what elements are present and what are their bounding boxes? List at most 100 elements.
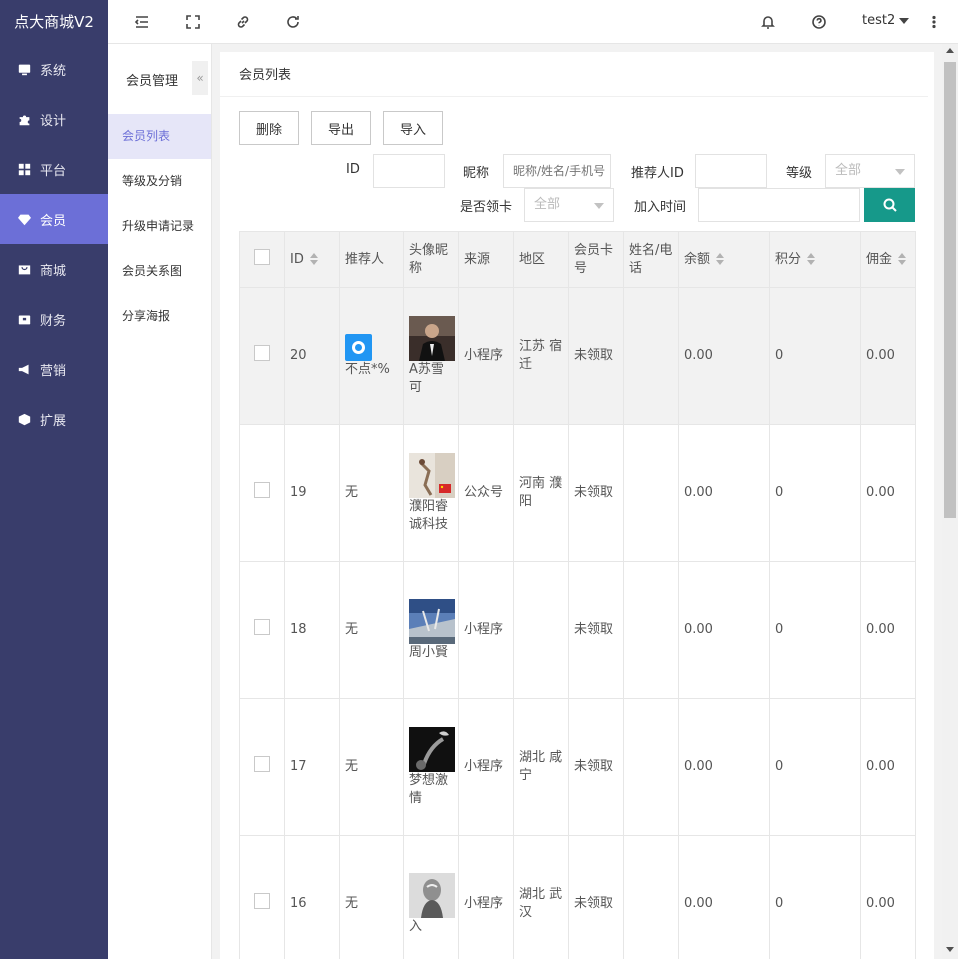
nav-item-label: 扩展 <box>40 413 67 429</box>
more-vertical-icon[interactable] <box>926 14 942 30</box>
menu-fold-icon[interactable] <box>134 14 150 30</box>
import-button[interactable]: 导入 <box>383 111 443 145</box>
monitor-icon <box>17 62 31 76</box>
column-header-avatar-nickname: 头像昵称 <box>403 231 459 288</box>
sort-icon[interactable] <box>898 253 907 265</box>
nav-item-label: 会员 <box>40 213 67 229</box>
app-brand: 点大商城V2 <box>14 13 94 31</box>
cell-region: 江苏 宿迁 <box>513 287 569 425</box>
link-icon[interactable] <box>235 14 251 30</box>
table-row[interactable]: 19 无 濮阳睿诚科技 公众号 河南 濮阳 未领取 0.00 0 0.00 <box>239 424 916 562</box>
card-filter-select[interactable]: 全部 <box>524 188 614 222</box>
cell-referrer: 无 <box>339 835 404 959</box>
level-filter-value: 全部 <box>835 163 862 178</box>
cell-source: 公众号 <box>458 424 514 562</box>
cell-balance: 0.00 <box>678 561 770 699</box>
sort-icon[interactable] <box>309 253 319 265</box>
cube-icon <box>17 412 31 426</box>
shop-icon <box>17 262 31 276</box>
avatar <box>409 315 455 361</box>
fullscreen-icon[interactable] <box>185 14 201 30</box>
select-all-cell <box>239 231 285 288</box>
cell-points: 0 <box>769 424 861 562</box>
column-header-balance[interactable]: 余额 <box>678 231 770 288</box>
delete-button[interactable]: 删除 <box>239 111 299 145</box>
help-icon[interactable] <box>811 14 827 30</box>
row-checkbox[interactable] <box>254 619 270 635</box>
cell-referrer: 无 <box>339 698 404 836</box>
cell-region: 湖北 武汉 <box>513 835 569 959</box>
refresh-icon[interactable] <box>285 14 301 30</box>
nav-item-label: 营销 <box>40 363 67 379</box>
user-menu[interactable]: test2 <box>862 13 910 28</box>
cell-contact <box>623 698 679 836</box>
referrer-filter-input[interactable] <box>695 154 767 188</box>
nav-item-system[interactable]: 系统 <box>0 44 108 94</box>
join-time-filter-label: 加入时间 <box>634 200 687 215</box>
subnav-item-relation-graph[interactable]: 会员关系图 <box>108 249 211 294</box>
row-checkbox[interactable] <box>254 893 270 909</box>
nickname-filter-input[interactable] <box>503 154 611 188</box>
subnav-item-upgrade-records[interactable]: 升级申请记录 <box>108 204 211 249</box>
card-filter-value: 全部 <box>534 197 561 212</box>
row-checkbox[interactable] <box>254 482 270 498</box>
cell-contact <box>623 287 679 425</box>
column-header-id[interactable]: ID <box>284 231 340 288</box>
export-button[interactable]: 导出 <box>311 111 371 145</box>
sort-icon[interactable] <box>807 253 816 265</box>
cell-contact <box>623 561 679 699</box>
column-header-points[interactable]: 积分 <box>769 231 861 288</box>
row-checkbox[interactable] <box>254 756 270 772</box>
column-header-region: 地区 <box>513 231 569 288</box>
nav-item-marketing[interactable]: 营销 <box>0 344 108 394</box>
cell-balance: 0.00 <box>678 424 770 562</box>
column-header-commission[interactable]: 佣金 <box>860 231 916 288</box>
collapse-sidebar-button[interactable]: « <box>192 61 208 95</box>
nav-item-design[interactable]: 设计 <box>0 94 108 144</box>
sub-sidebar: 会员管理 « 会员列表 等级及分销 升级申请记录 会员关系图 分享海报 <box>108 44 212 959</box>
username: test2 <box>862 13 896 28</box>
search-button[interactable] <box>864 188 915 222</box>
cell-region: 湖北 咸宁 <box>513 698 569 836</box>
sort-icon[interactable] <box>716 253 725 265</box>
level-filter-select[interactable]: 全部 <box>825 154 915 188</box>
cell-commission: 0.00 <box>860 835 916 959</box>
cell-id: 16 <box>284 835 340 959</box>
cell-balance: 0.00 <box>678 287 770 425</box>
select-all-checkbox[interactable] <box>254 248 270 265</box>
cell-avatar-nickname: 濮阳睿诚科技 <box>403 424 459 562</box>
id-filter-input[interactable] <box>373 154 445 188</box>
nav-item-shop[interactable]: 商城 <box>0 244 108 294</box>
subnav-item-level-distribution[interactable]: 等级及分销 <box>108 159 211 204</box>
scrollbar-thumb[interactable] <box>944 62 956 518</box>
join-time-filter-input[interactable] <box>698 188 860 222</box>
nav-item-member[interactable]: 会员 <box>0 194 108 244</box>
cell-avatar-nickname: 入 <box>403 835 459 959</box>
row-checkbox[interactable] <box>254 345 270 361</box>
avatar <box>409 726 455 772</box>
scroll-up-icon[interactable] <box>946 48 954 53</box>
subnav-item-member-list[interactable]: 会员列表 <box>108 114 211 159</box>
column-header-name-phone: 姓名/电话 <box>623 231 679 288</box>
grid-icon <box>17 162 31 176</box>
table-row[interactable]: 16 无 入 小程序 湖北 武汉 未领取 0.00 0 0.00 <box>239 835 916 959</box>
member-list-card: 会员列表 删除 导出 导入 ID 昵称 推荐人ID 等级 全部 是否领卡 全部 … <box>220 52 934 959</box>
table-row[interactable]: 17 无 梦想激情 小程序 湖北 咸宁 未领取 0.00 0 0.00 <box>239 698 916 836</box>
cell-points: 0 <box>769 698 861 836</box>
cell-source: 小程序 <box>458 561 514 699</box>
main-sidebar: 点大商城V2 系统 设计 平台 会员 商城 财务 营销 扩展 <box>0 0 108 959</box>
column-header-source: 来源 <box>458 231 514 288</box>
table-row[interactable]: 20 不点*% A苏雪可 小程序 江苏 宿迁 未领取 0.00 0 0.00 <box>239 287 916 425</box>
nav-item-extension[interactable]: 扩展 <box>0 394 108 444</box>
cell-avatar-nickname: 周小賢 <box>403 561 459 699</box>
cell-card: 未领取 <box>568 287 624 425</box>
nav-item-finance[interactable]: 财务 <box>0 294 108 344</box>
bell-icon[interactable] <box>760 14 776 30</box>
scroll-down-icon[interactable] <box>946 947 954 952</box>
nav-item-platform[interactable]: 平台 <box>0 144 108 194</box>
cell-id: 19 <box>284 424 340 562</box>
cell-source: 小程序 <box>458 287 514 425</box>
table-row[interactable]: 18 无 周小賢 小程序 未领取 0.00 0 0.00 <box>239 561 916 699</box>
cell-avatar-nickname: A苏雪可 <box>403 287 459 425</box>
subnav-item-share-poster[interactable]: 分享海报 <box>108 294 211 339</box>
